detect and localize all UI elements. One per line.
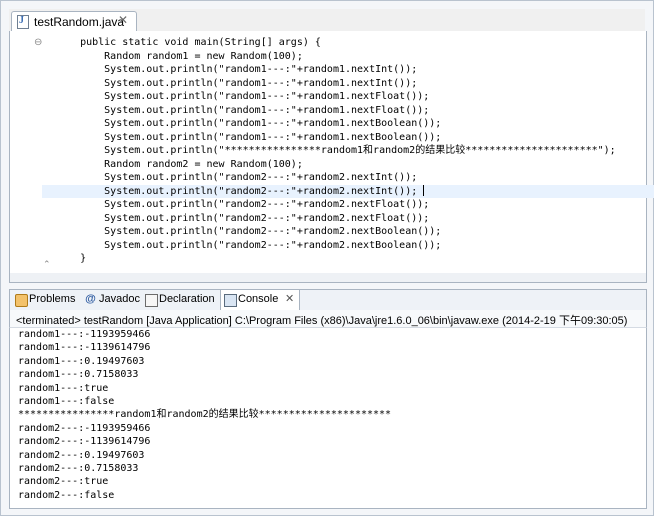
tab-javadoc[interactable]: @ Javadoc xyxy=(82,290,140,310)
console-line: random1---:0.19497603 xyxy=(18,355,145,367)
console-line: random1---:false xyxy=(18,395,115,407)
console-line: ****************random1和random2的结果比较****… xyxy=(18,409,392,421)
code-line: Random random2 = new Random(100); xyxy=(56,158,303,170)
view-tab-bar: Problems @ Javadoc Declaration Console ✕ xyxy=(9,289,647,311)
code-area[interactable]: public static void main(String[] args) {… xyxy=(42,36,654,266)
code-editor[interactable]: ⊖ ⌃ public static void main(String[] arg… xyxy=(9,31,654,274)
tab-problems[interactable]: Problems xyxy=(12,290,78,310)
console-line: random2---:true xyxy=(18,476,109,488)
code-line: public static void main(String[] args) { xyxy=(56,36,654,50)
editor-ruler xyxy=(10,31,34,273)
close-icon[interactable]: ✕ xyxy=(118,13,128,27)
code-line: System.out.println("random1---:"+random1… xyxy=(56,77,418,89)
code-line: System.out.println("random1---:"+random1… xyxy=(56,91,430,102)
fold-end-marker: ⌃ xyxy=(43,259,51,269)
ide-window: testRandom.java ✕ ⊖ ⌃ public static void… xyxy=(0,0,654,516)
code-text: System.out.println("random2---:"+random2… xyxy=(56,185,418,197)
code-line: System.out.println("random2---:"+random2… xyxy=(56,239,442,251)
console-icon xyxy=(224,294,237,307)
console-line: random2---:false xyxy=(18,489,115,501)
java-file-icon xyxy=(17,15,29,29)
tab-declaration-label: Declaration xyxy=(159,293,215,305)
console-line: random2---:0.7158033 xyxy=(18,462,139,474)
console-line: random2---:-1193959466 xyxy=(18,422,151,434)
code-line: Random random1 = new Random(100); xyxy=(56,50,303,62)
tab-console-label: Console xyxy=(238,293,279,305)
editor-tab-testrandom[interactable]: testRandom.java ✕ xyxy=(11,11,137,32)
console-line: random2---:-1139614796 xyxy=(18,436,151,448)
code-line: System.out.println("random1---:"+random1… xyxy=(56,131,442,143)
text-cursor xyxy=(423,185,425,196)
editor-tab-bar: testRandom.java ✕ xyxy=(9,9,645,32)
code-line: System.out.println("random1---:"+random1… xyxy=(56,104,430,116)
console-lines: random1---:-1193959466 random1---:-11396… xyxy=(18,328,391,502)
console-line: random1---:-1193959466 xyxy=(18,329,151,340)
console-line: random1---:true xyxy=(18,382,109,394)
code-line: System.out.println("random1---:"+random1… xyxy=(56,118,442,129)
code-line: System.out.println("random2---:"+random2… xyxy=(56,226,442,237)
editor-horizontal-scrollbar[interactable] xyxy=(9,273,647,283)
code-text: public static void main(String[] args) { xyxy=(56,37,321,48)
console-line: random2---:0.19497603 xyxy=(18,449,145,461)
tab-declaration[interactable]: Declaration xyxy=(142,290,218,310)
editor-tab-label: testRandom.java xyxy=(34,15,125,29)
code-line: System.out.println("random2---:"+random2… xyxy=(56,199,430,210)
console-output[interactable]: random1---:-1193959466 random1---:-11396… xyxy=(9,327,647,509)
code-line-current: System.out.println("random2---:"+random2… xyxy=(42,184,654,198)
tab-console[interactable]: Console ✕ xyxy=(220,290,300,310)
fold-collapse-icon[interactable]: ⊖ xyxy=(34,37,42,48)
tab-javadoc-label: Javadoc xyxy=(99,293,140,305)
code-line: System.out.println("random2---:"+random2… xyxy=(56,212,430,224)
code-line: System.out.println("random1---:"+random1… xyxy=(56,64,418,75)
console-line: random1---:0.7158033 xyxy=(18,369,139,381)
console-process-label: <terminated> testRandom [Java Applicatio… xyxy=(16,315,628,327)
javadoc-icon: @ xyxy=(85,293,96,305)
console-status-header: <terminated> testRandom [Java Applicatio… xyxy=(9,310,647,327)
problems-icon xyxy=(15,294,28,307)
console-line: random1---:-1139614796 xyxy=(18,342,151,354)
tab-problems-label: Problems xyxy=(29,293,76,305)
declaration-icon xyxy=(145,294,158,307)
code-line: System.out.println("random2---:"+random2… xyxy=(56,172,418,183)
code-line: } xyxy=(56,253,87,264)
close-icon[interactable]: ✕ xyxy=(285,292,294,305)
code-line: System.out.println("****************rand… xyxy=(56,145,616,156)
